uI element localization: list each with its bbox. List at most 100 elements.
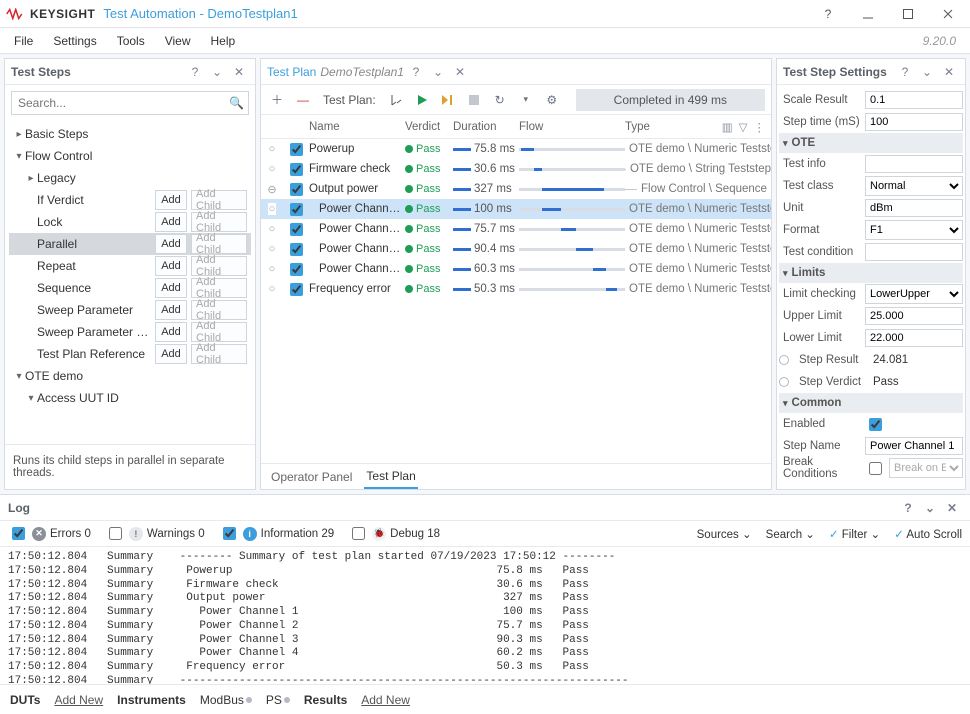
- add-step-icon[interactable]: ＋: [267, 90, 287, 110]
- log-help-icon[interactable]: ?: [898, 498, 918, 518]
- log-search[interactable]: Search ⌄: [766, 527, 815, 541]
- panel-collapse-icon[interactable]: ⌄: [207, 62, 227, 82]
- log-autoscroll[interactable]: ✓ Auto Scroll: [894, 527, 962, 541]
- step-enable-checkbox[interactable]: [290, 263, 303, 276]
- node-basic-steps[interactable]: ▸Basic Steps: [9, 123, 251, 145]
- settings-help-icon[interactable]: ?: [895, 62, 915, 82]
- step-enable-checkbox[interactable]: [290, 223, 303, 236]
- log-body[interactable]: 17:50:12.804 Summary -------- Summary of…: [0, 547, 970, 684]
- tree-item[interactable]: Sequence Add Add Child: [9, 277, 251, 299]
- col-duration[interactable]: Duration: [453, 121, 519, 133]
- tree-item[interactable]: Repeat Add Add Child: [9, 255, 251, 277]
- step-enable-checkbox[interactable]: [290, 243, 303, 256]
- step-enable-checkbox[interactable]: [290, 283, 303, 296]
- add-button[interactable]: Add: [155, 190, 187, 210]
- tree-item[interactable]: Sweep Parameter Range Add Add Child: [9, 321, 251, 343]
- lower-limit-field[interactable]: [865, 329, 963, 347]
- add-button[interactable]: Add: [155, 300, 187, 320]
- tab-duts-addnew[interactable]: Add New: [54, 693, 103, 707]
- tree-item[interactable]: Test Plan Reference Add Add Child: [9, 343, 251, 365]
- test-step-row[interactable]: ○ Powerup Pass 75.8 ms OTE demo \ Numeri…: [261, 139, 771, 159]
- tree-item[interactable]: Sweep Parameter Add Add Child: [9, 299, 251, 321]
- filter-debug[interactable]: 🐞Debug 18: [348, 524, 440, 543]
- scale-result-field[interactable]: [865, 91, 963, 109]
- section-common[interactable]: ▾Common: [779, 393, 963, 413]
- test-condition-field[interactable]: [865, 243, 963, 261]
- col-flow[interactable]: Flow: [519, 121, 625, 133]
- test-step-row[interactable]: ○ Power Channel 3 Pass 90.4 ms OTE demo …: [261, 239, 771, 259]
- center-collapse-icon[interactable]: ⌄: [428, 62, 448, 82]
- add-child-button[interactable]: Add Child: [191, 190, 247, 210]
- remove-step-icon[interactable]: —: [293, 90, 313, 110]
- log-filter[interactable]: ✓ Filter ⌄: [829, 527, 880, 541]
- node-ote-demo[interactable]: ▾OTE demo: [9, 365, 251, 387]
- menu-settings[interactable]: Settings: [43, 30, 106, 52]
- more-icon[interactable]: ⋮: [754, 120, 766, 134]
- node-flow-control[interactable]: ▾Flow Control: [9, 145, 251, 167]
- upper-limit-field[interactable]: [865, 307, 963, 325]
- tab-modbus[interactable]: ModBus: [200, 693, 252, 707]
- filter-warnings[interactable]: !Warnings 0: [105, 524, 205, 543]
- col-type[interactable]: Type: [625, 121, 722, 133]
- format-select[interactable]: F1: [865, 220, 963, 240]
- gear-icon[interactable]: ⚙: [542, 90, 562, 110]
- menu-view[interactable]: View: [155, 30, 201, 52]
- tab-duts[interactable]: DUTs: [10, 693, 40, 707]
- node-access-uut[interactable]: ▾Access UUT ID: [9, 387, 251, 409]
- step-tree[interactable]: ▸Basic Steps ▾Flow Control ▸Legacy If Ve…: [5, 121, 255, 444]
- add-child-button[interactable]: Add Child: [191, 344, 247, 364]
- tab-ps[interactable]: PS: [266, 693, 290, 707]
- step-verdict-radio[interactable]: [779, 377, 789, 387]
- tree-item[interactable]: Parallel Add Add Child: [9, 233, 251, 255]
- test-step-row[interactable]: ○ Power Channel 4 Pass 60.3 ms OTE demo …: [261, 259, 771, 279]
- step-name-field[interactable]: [865, 437, 963, 455]
- test-step-row[interactable]: ○ Power Channel 1 Pass 100 ms OTE demo \…: [261, 199, 771, 219]
- limit-checking-select[interactable]: LowerUpper: [865, 284, 963, 304]
- filter-errors[interactable]: ✕Errors 0: [8, 524, 91, 543]
- add-child-button[interactable]: Add Child: [191, 322, 247, 342]
- repeat-dropdown-icon[interactable]: ▾: [516, 90, 536, 110]
- break-conditions-select[interactable]: Break on E: [889, 458, 963, 478]
- test-step-row[interactable]: ○ Power Channel 2 Pass 75.7 ms OTE demo …: [261, 219, 771, 239]
- menu-tools[interactable]: Tools: [107, 30, 155, 52]
- center-close-icon[interactable]: ✕: [450, 62, 470, 82]
- unit-field[interactable]: [865, 199, 963, 217]
- test-step-row[interactable]: ○ Firmware check Pass 30.6 ms OTE demo \…: [261, 159, 771, 179]
- add-button[interactable]: Add: [155, 212, 187, 232]
- add-button[interactable]: Add: [155, 322, 187, 342]
- settings-collapse-icon[interactable]: ⌄: [917, 62, 937, 82]
- break-conditions-checkbox[interactable]: [869, 462, 882, 475]
- repeat-icon[interactable]: ↻: [490, 90, 510, 110]
- close-icon[interactable]: [928, 0, 968, 28]
- add-button[interactable]: Add: [155, 256, 187, 276]
- step-enable-checkbox[interactable]: [290, 183, 303, 196]
- columns-icon[interactable]: ▥: [722, 120, 733, 134]
- center-help-icon[interactable]: ?: [406, 62, 426, 82]
- maximize-icon[interactable]: [888, 0, 928, 28]
- col-verdict[interactable]: Verdict: [405, 121, 453, 133]
- filter-information[interactable]: iInformation 29: [219, 524, 335, 543]
- tree-item[interactable]: Lock Add Add Child: [9, 211, 251, 233]
- filter-icon[interactable]: ▽: [739, 120, 748, 134]
- add-child-button[interactable]: Add Child: [191, 278, 247, 298]
- log-sources[interactable]: Sources ⌄: [697, 527, 752, 541]
- run-icon[interactable]: [412, 90, 432, 110]
- test-step-row[interactable]: ○ Frequency error Pass 50.3 ms OTE demo …: [261, 279, 771, 299]
- section-limits[interactable]: ▾Limits: [779, 263, 963, 283]
- step-time-field[interactable]: [865, 113, 963, 131]
- test-info-field[interactable]: [865, 155, 963, 173]
- add-button[interactable]: Add: [155, 278, 187, 298]
- tab-results[interactable]: Results: [304, 693, 347, 707]
- step-enable-checkbox[interactable]: [290, 203, 303, 216]
- search-icon[interactable]: 🔍: [229, 96, 244, 110]
- tree-item[interactable]: If Verdict Add Add Child: [9, 189, 251, 211]
- tab-test-plan[interactable]: Test Plan: [364, 465, 417, 489]
- log-close-icon[interactable]: ✕: [942, 498, 962, 518]
- settings-close-icon[interactable]: ✕: [939, 62, 959, 82]
- tab-operator-panel[interactable]: Operator Panel: [269, 466, 354, 488]
- add-button[interactable]: Add: [155, 344, 187, 364]
- section-ote[interactable]: ▾OTE: [779, 133, 963, 153]
- stop-icon[interactable]: [464, 90, 484, 110]
- log-collapse-icon[interactable]: ⌄: [920, 498, 940, 518]
- step-enable-checkbox[interactable]: [290, 143, 303, 156]
